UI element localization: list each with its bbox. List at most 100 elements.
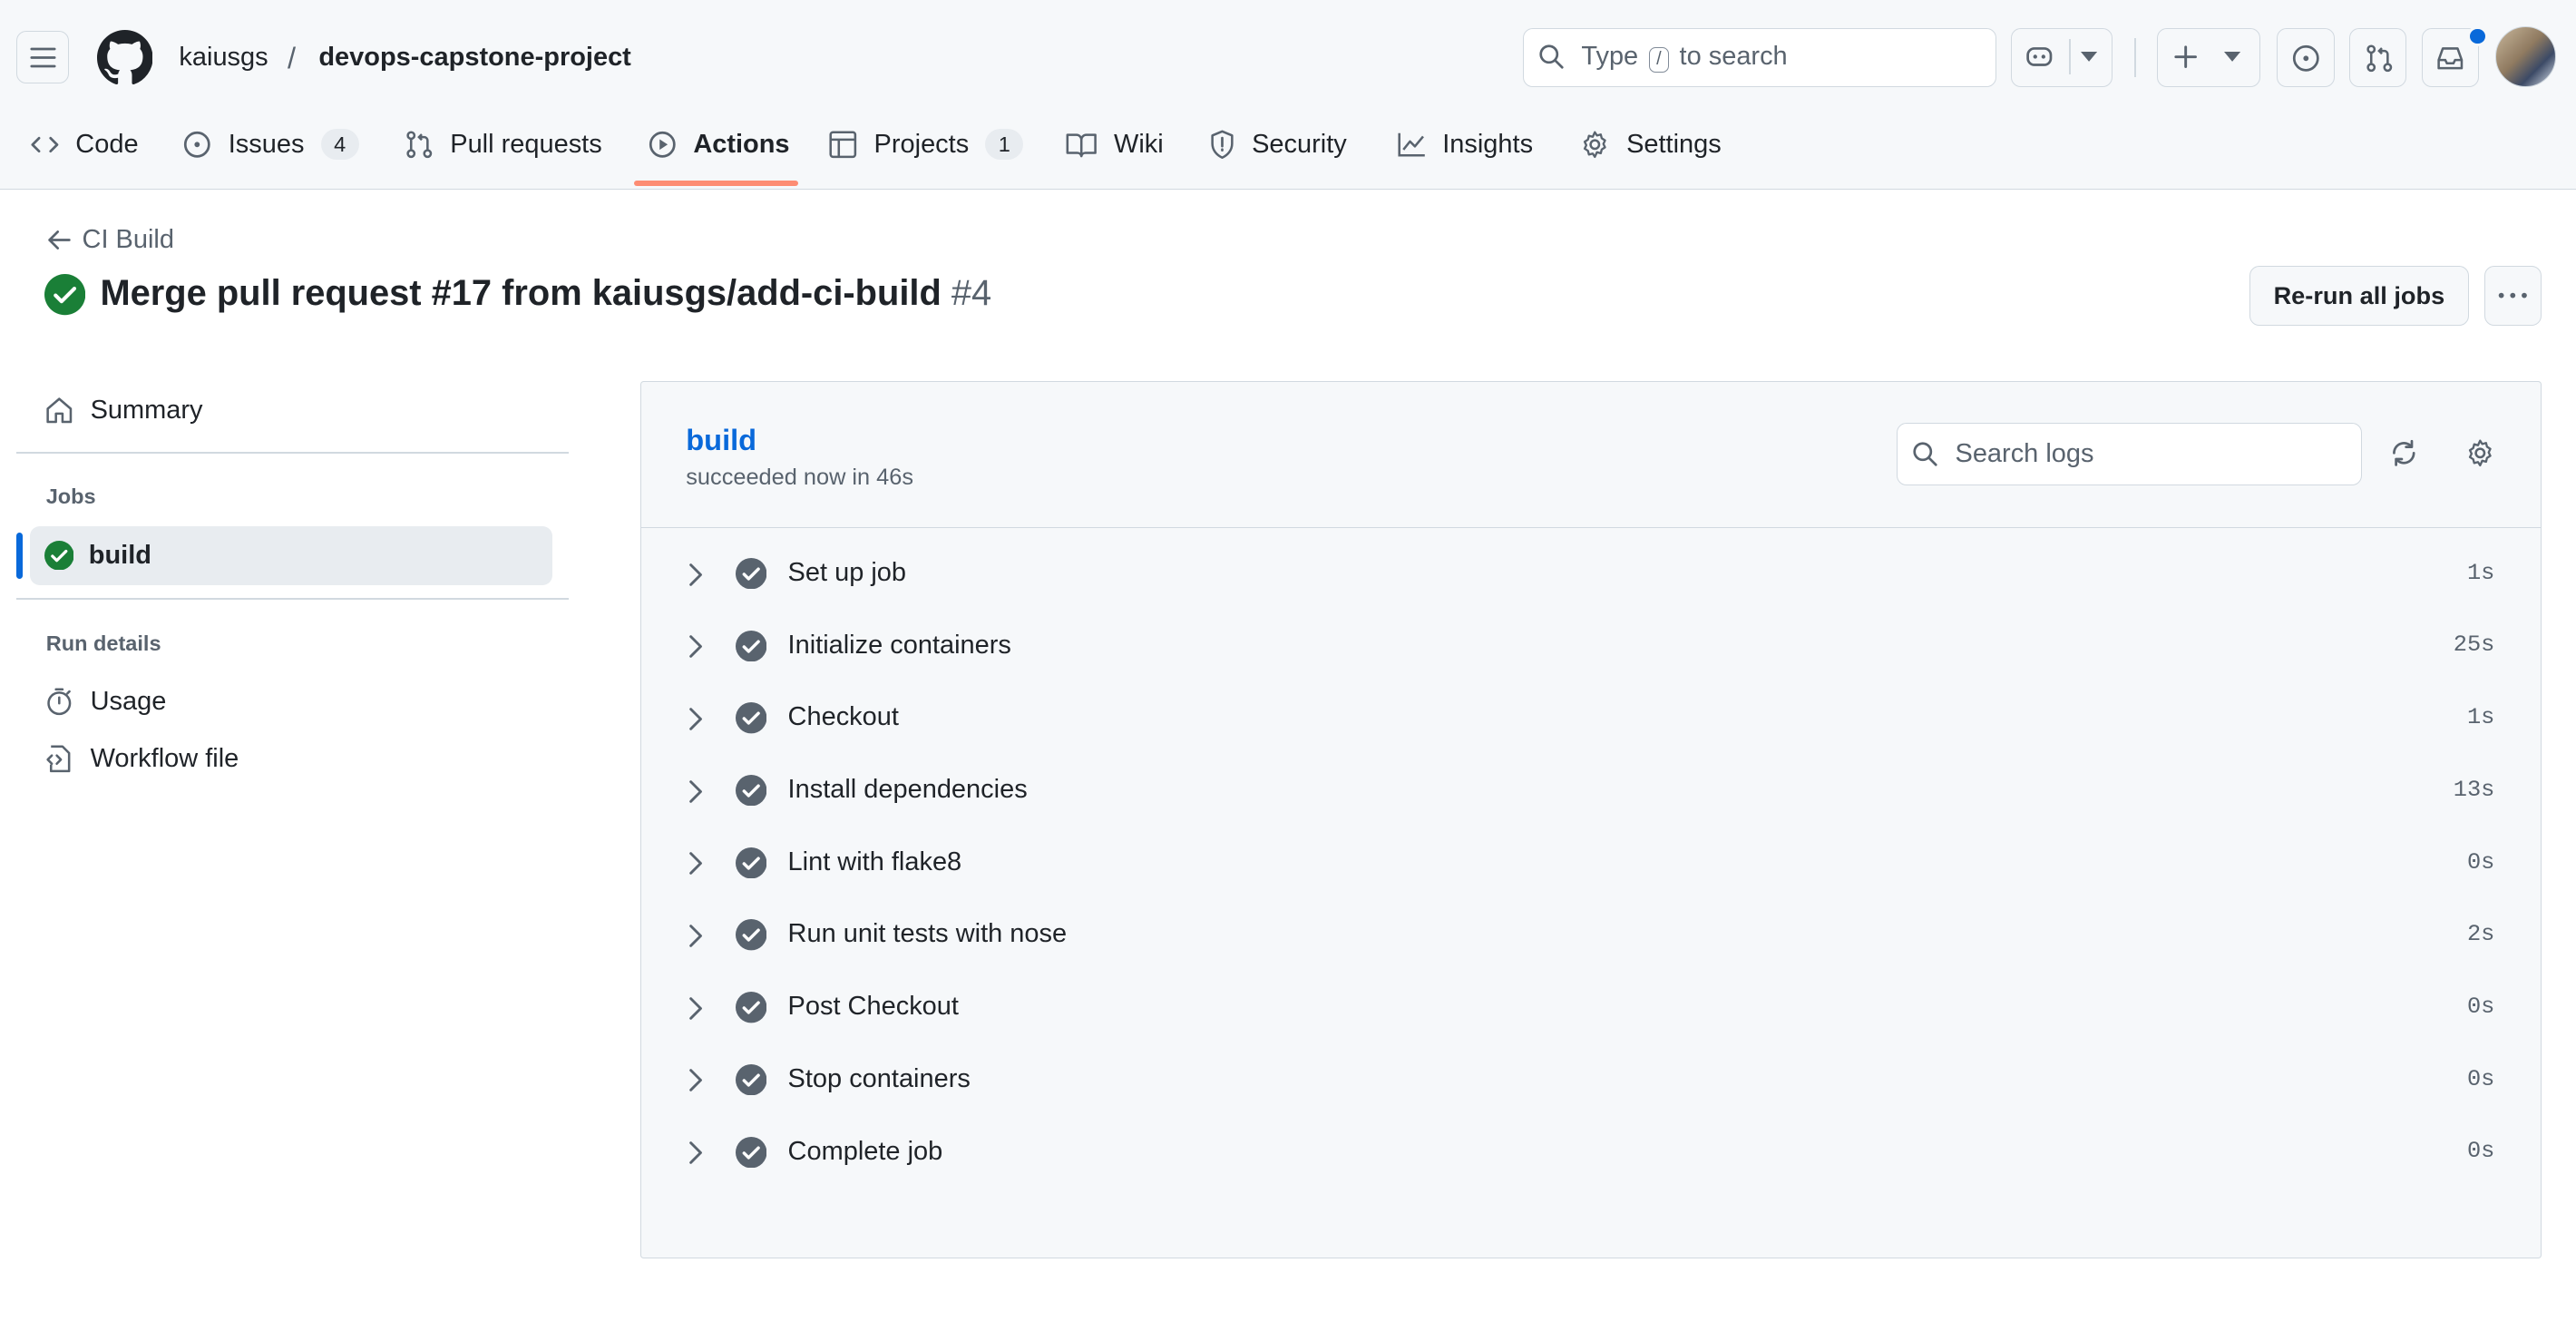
triangle-down-icon[interactable] — [2080, 52, 2098, 62]
chevron-right-icon — [689, 779, 702, 803]
step-name: Set up job — [787, 557, 907, 587]
more-options-button[interactable] — [2483, 266, 2542, 326]
step-name: Complete job — [787, 1136, 943, 1166]
job-status-text: succeeded now in 46s — [686, 464, 914, 490]
tab-settings[interactable]: Settings — [1580, 115, 1722, 174]
tab-label: Code — [75, 129, 139, 159]
job-step[interactable]: Run unit tests with nose 2s — [641, 903, 2539, 968]
sidebar-item-label: build — [88, 540, 151, 570]
step-duration: 2s — [2466, 921, 2495, 948]
job-step[interactable]: Set up job 1s — [641, 542, 2539, 607]
step-name: Install dependencies — [787, 775, 1028, 805]
search-hint: Type / to search — [1581, 42, 1788, 73]
tab-actions[interactable]: Actions — [648, 115, 790, 174]
search-logs-placeholder: Search logs — [1955, 438, 2094, 468]
workflow-name: CI Build — [82, 225, 174, 255]
repo-link[interactable]: devops-capstone-project — [318, 43, 630, 73]
step-success-icon — [735, 1136, 766, 1168]
global-search-input[interactable]: Type / to search — [1522, 27, 1996, 87]
success-check-icon — [44, 274, 86, 316]
issues-button[interactable] — [2277, 27, 2335, 87]
tab-label: Pull requests — [450, 129, 602, 159]
chevron-right-icon — [689, 635, 702, 659]
menu-button[interactable] — [16, 31, 70, 84]
breadcrumb-separator: / — [287, 41, 297, 75]
graph-icon — [1397, 132, 1425, 157]
search-logs-field[interactable]: Search logs — [1897, 423, 2362, 486]
sidebar-item-usage[interactable]: Usage — [30, 672, 552, 731]
tab-projects[interactable]: Projects 1 — [828, 115, 1024, 174]
issues-count-badge: 4 — [320, 129, 359, 161]
pull-request-icon — [2366, 44, 2393, 73]
step-success-icon — [735, 557, 766, 590]
tab-label: Wiki — [1113, 129, 1164, 159]
code-icon — [31, 136, 59, 152]
page-title: Merge pull request #17 from kaiusgs/add-… — [100, 273, 991, 314]
github-logo-icon[interactable] — [96, 29, 153, 86]
copilot-button[interactable] — [2010, 27, 2113, 87]
shield-icon — [1211, 130, 1234, 160]
refresh-icon[interactable] — [2389, 438, 2419, 468]
tab-label: Insights — [1442, 129, 1534, 159]
tab-label: Settings — [1626, 129, 1722, 159]
rerun-all-jobs-button[interactable]: Re-run all jobs — [2249, 266, 2470, 326]
job-step[interactable]: Stop containers 0s — [641, 1048, 2539, 1113]
chevron-right-icon — [689, 925, 702, 947]
step-success-icon — [735, 1063, 766, 1096]
sidebar-item-workflow-file[interactable]: Workflow file — [30, 729, 552, 788]
job-step[interactable]: Lint with flake8 0s — [641, 831, 2539, 896]
pull-requests-button[interactable] — [2349, 27, 2407, 87]
selected-tab-indicator — [634, 181, 799, 186]
file-code-icon — [46, 745, 71, 773]
tab-pull-requests[interactable]: Pull requests — [405, 115, 602, 174]
book-icon — [1067, 133, 1098, 158]
back-link[interactable]: CI Build — [46, 225, 174, 255]
tab-issues[interactable]: Issues 4 — [182, 115, 359, 174]
step-duration: 25s — [2453, 631, 2495, 659]
chevron-right-icon — [689, 563, 702, 586]
step-success-icon — [735, 630, 766, 662]
search-icon — [1539, 44, 1564, 69]
step-duration: 0s — [2466, 1138, 2495, 1165]
job-name-link[interactable]: build — [686, 423, 756, 457]
header-divider — [2133, 37, 2136, 78]
job-step[interactable]: Post Checkout 0s — [641, 975, 2539, 1041]
search-hint-prefix: Type — [1581, 42, 1639, 72]
chevron-right-icon — [689, 852, 702, 876]
tab-insights[interactable]: Insights — [1397, 115, 1534, 174]
tab-security[interactable]: Security — [1209, 115, 1347, 174]
job-step[interactable]: Initialize containers 25s — [641, 614, 2539, 680]
home-icon — [46, 397, 73, 424]
step-name: Post Checkout — [787, 992, 959, 1022]
sidebar-item-job-build[interactable]: build — [29, 525, 552, 585]
chevron-right-icon — [689, 996, 702, 1020]
job-step[interactable]: Checkout 1s — [641, 686, 2539, 751]
sidebar-item-summary[interactable]: Summary — [30, 381, 552, 440]
panel-divider — [641, 526, 2541, 529]
sidebar-item-label: Workflow file — [90, 744, 239, 774]
run-number: #4 — [951, 272, 992, 313]
job-step[interactable]: Install dependencies 13s — [641, 759, 2539, 824]
tab-code[interactable]: Code — [31, 115, 139, 174]
gear-icon[interactable] — [2465, 438, 2495, 468]
step-duration: 1s — [2466, 559, 2495, 586]
step-name: Checkout — [787, 702, 899, 732]
user-avatar[interactable] — [2495, 25, 2557, 87]
copilot-icon — [2026, 47, 2053, 66]
success-check-icon — [44, 540, 74, 571]
arrow-left-icon — [47, 230, 71, 250]
tab-wiki[interactable]: Wiki — [1066, 115, 1164, 174]
step-success-icon — [735, 702, 766, 734]
owner-link[interactable]: kaiusgs — [179, 43, 268, 73]
step-success-icon — [735, 775, 766, 807]
job-log-panel: build succeeded now in 46s Search logs S… — [640, 381, 2542, 1259]
step-success-icon — [735, 919, 766, 951]
step-name: Lint with flake8 — [787, 847, 962, 876]
step-name: Initialize containers — [787, 630, 1011, 660]
stopwatch-icon — [47, 688, 72, 716]
tab-label: Projects — [873, 129, 970, 159]
chevron-right-icon — [689, 708, 702, 730]
job-step[interactable]: Complete job 0s — [641, 1120, 2539, 1185]
step-duration: 0s — [2466, 1065, 2495, 1092]
create-new-button[interactable] — [2157, 27, 2261, 87]
